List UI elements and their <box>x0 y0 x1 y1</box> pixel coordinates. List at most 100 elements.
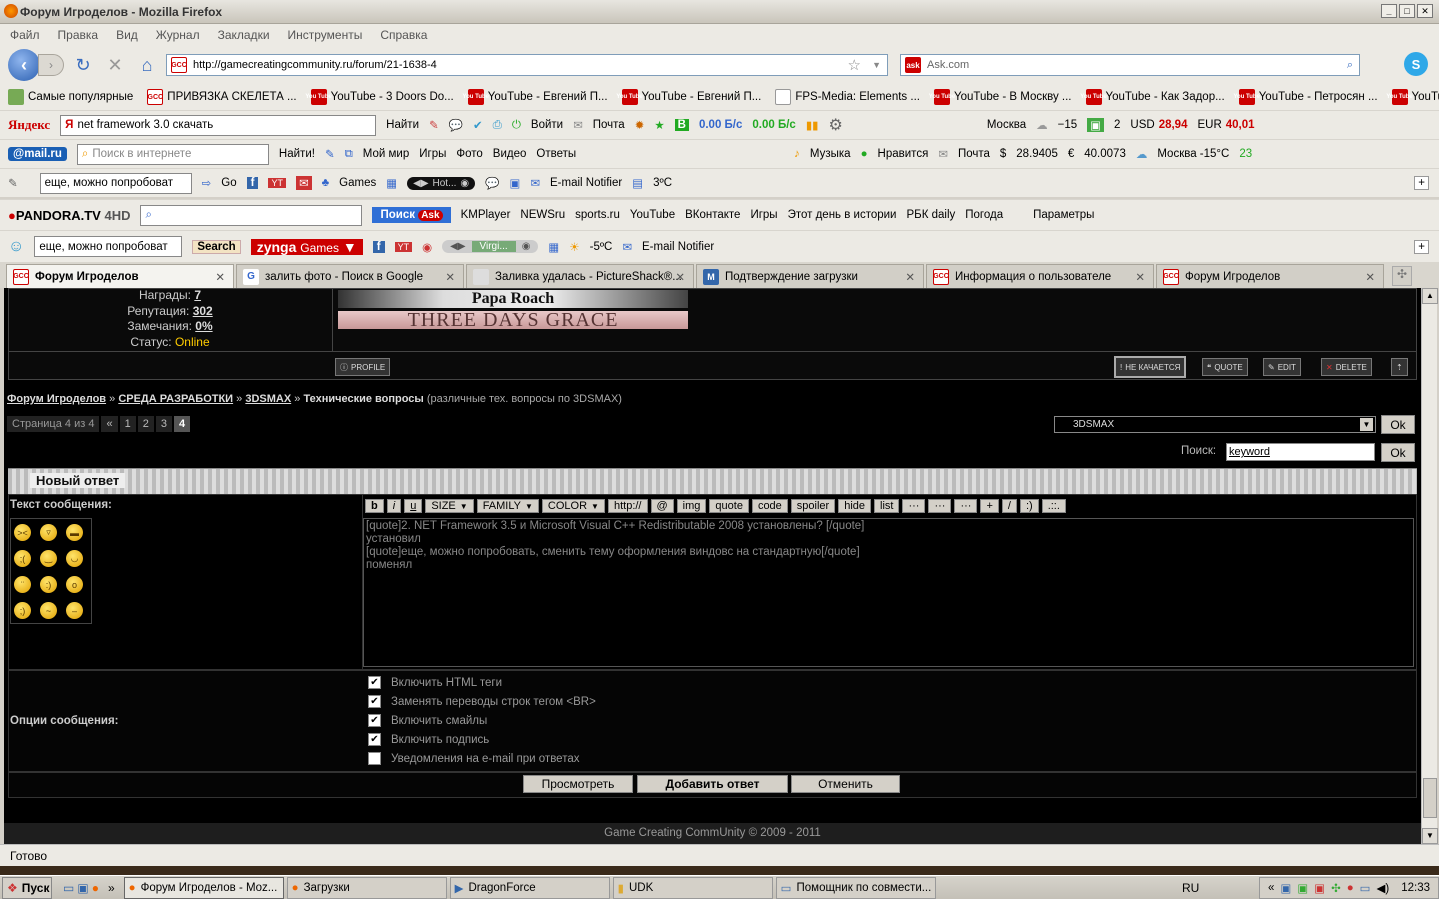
yandex-login[interactable]: Войти <box>531 119 563 131</box>
display-icon[interactable]: ▭ <box>1360 881 1371 895</box>
tray-app-icon[interactable]: ▣ <box>1297 881 1308 895</box>
cancel-button[interactable]: Отменить <box>791 775 900 793</box>
bookmark-item[interactable]: FPS-Media: Elements ... <box>775 89 920 105</box>
yandex-find-button[interactable]: Найти <box>386 119 419 131</box>
list-tabs-icon[interactable]: ✣ <box>1392 266 1412 286</box>
pandora-newsru[interactable]: NEWSru <box>520 209 565 221</box>
pandora-search-input[interactable]: ⌕ <box>140 204 363 226</box>
volume-icon[interactable]: ◉ <box>460 178 469 189</box>
mailru-games[interactable]: Игры <box>419 148 446 160</box>
checkbox-checked[interactable]: ✔ <box>368 676 381 689</box>
bookmark-item[interactable]: Самые популярные <box>8 89 133 105</box>
youtube-icon[interactable]: YT <box>394 241 413 252</box>
translate-icon[interactable]: ⎙ <box>493 119 502 132</box>
size-select[interactable]: SIZE ▼ <box>425 499 474 513</box>
smiley-sad-icon[interactable]: ‿ <box>40 550 57 567</box>
add-icon[interactable]: + <box>1414 176 1429 190</box>
pandora-sports[interactable]: sports.ru <box>575 209 620 221</box>
ati-icon[interactable]: ▣ <box>1314 881 1325 895</box>
close-icon[interactable]: ✕ <box>1135 270 1145 284</box>
pause-icon[interactable]: ▮▮ <box>806 118 819 132</box>
antivirus-icon[interactable]: ● <box>1347 882 1354 894</box>
quote-button[interactable]: quote <box>709 499 749 513</box>
menu-help[interactable]: Справка <box>380 28 427 42</box>
stop-icon[interactable]: ✕ <box>102 52 128 78</box>
option-email[interactable]: Уведомления на e-mail при ответах <box>368 749 596 768</box>
smiley-cry-icon[interactable]: ;( <box>14 550 31 567</box>
task-udk[interactable]: ▮ UDK <box>612 876 773 899</box>
smiley-happy-icon[interactable]: ◡ <box>66 550 83 567</box>
yandex-search-input[interactable]: Яnet framework 3.0 скачать <box>60 114 377 136</box>
settings-icon[interactable]: ⚙ <box>829 115 843 135</box>
maximize-button[interactable]: □ <box>1399 4 1415 18</box>
start-button[interactable]: ❖ Пуск <box>2 876 52 899</box>
breadcrumb-subforum[interactable]: 3DSMAX <box>245 393 291 405</box>
back-button[interactable]: ‹ <box>8 49 40 81</box>
games-button[interactable]: Games <box>339 177 376 189</box>
bookmark-item[interactable]: You Tube YouTube - Петросян ... <box>1233 89 1378 105</box>
close-icon[interactable]: ✕ <box>675 270 685 284</box>
submit-reply-button[interactable]: Добавить ответ <box>637 775 788 793</box>
top-button[interactable]: ⇡ <box>1391 358 1408 376</box>
mailru-myworld[interactable]: Мой мир <box>363 148 409 160</box>
toolbar2-search-input[interactable]: еще, можно попробоват <box>34 236 183 257</box>
task-dragonforce[interactable]: ▶ DragonForce <box>449 876 610 899</box>
frame-icon[interactable]: ⧉ <box>345 148 353 161</box>
tab-userinfo[interactable]: GCC Информация о пользователе ✕ <box>926 264 1154 288</box>
close-icon[interactable]: ✕ <box>1365 270 1375 284</box>
option-html[interactable]: ✔ Включить HTML теги <box>368 673 596 692</box>
radio-player[interactable]: ◀▶ Virgi... ◉ <box>442 240 539 253</box>
chevron-down-icon[interactable]: ▼ <box>872 60 881 70</box>
smiley-cool-icon[interactable]: ▬ <box>66 524 83 541</box>
delete-button[interactable]: ✕ DELETE <box>1321 358 1372 376</box>
search-bar[interactable]: ask Ask.com ⌕ <box>900 54 1360 76</box>
page-prev[interactable]: « <box>101 416 118 432</box>
search-icon[interactable]: ⌕ <box>1347 59 1353 72</box>
tab-upload[interactable]: M Подтверждение загрузки ✕ <box>696 264 924 288</box>
dislike-button[interactable]: ! НЕ КАЧАЕТСЯ <box>1114 356 1187 378</box>
skype-icon[interactable]: S <box>1404 52 1428 76</box>
breadcrumb-forum[interactable]: Форум Игроделов <box>7 393 106 405</box>
smiley-confused-icon[interactable]: ¨ <box>14 576 31 593</box>
mailru-answers[interactable]: Ответы <box>536 148 576 160</box>
email-button[interactable]: @ <box>650 499 674 513</box>
bold-button[interactable]: b <box>365 499 384 513</box>
volume-icon[interactable]: ◉ <box>522 241 531 252</box>
home-icon[interactable]: ⌂ <box>134 52 160 78</box>
tab-forum-2[interactable]: GCC Форум Игроделов ✕ <box>1156 264 1384 288</box>
bookmark-item[interactable]: You Tube YouTube - 3 Doors Do... <box>305 89 454 105</box>
chat-icon[interactable]: 💬 <box>449 118 463 132</box>
language-indicator[interactable]: RU <box>1182 881 1199 895</box>
bookmark-item[interactable]: GCC ПРИВЯЗКА СКЕЛЕТА ... <box>147 89 297 105</box>
page-scrollbar[interactable]: ▲ ▼ <box>1421 288 1438 844</box>
code-button[interactable]: code <box>751 499 788 513</box>
page-2[interactable]: 2 <box>137 416 154 432</box>
pandora-history[interactable]: Этот день в истории <box>788 209 897 221</box>
pandora-logo[interactable]: ●PANDORA.TV 4HD <box>8 208 130 223</box>
underline-button[interactable]: u <box>404 499 423 513</box>
play-icon[interactable]: ◀▶ <box>413 178 428 189</box>
mailru-photo[interactable]: Фото <box>456 148 482 160</box>
tab-forum[interactable]: GCC Форум Игроделов ✕ <box>6 264 234 288</box>
smiley-surprised-icon[interactable]: o <box>66 576 83 593</box>
volume-icon[interactable]: ◀) <box>1377 881 1390 895</box>
star-plus-icon[interactable]: ★ <box>654 118 664 132</box>
tab-google[interactable]: Gзалить фото - Поиск в Google ✕ <box>236 264 464 288</box>
option-br[interactable]: ✔ Заменять переводы строк тегом <BR> <box>368 692 596 711</box>
mailru-logo[interactable]: @mail.ru <box>8 147 67 161</box>
message-textarea[interactable]: [quote]2. NET Framework 3.5 и Microsoft … <box>363 518 1414 667</box>
calendar-icon[interactable]: ▦ <box>386 176 397 190</box>
toolbar-search-input[interactable]: еще, можно попробоват <box>39 172 192 194</box>
smiley-tongue-icon[interactable]: – <box>66 602 83 619</box>
calendar-icon[interactable]: ▦ <box>548 240 559 254</box>
hide-button[interactable]: hide <box>838 499 871 513</box>
bookmark-item[interactable]: You Tube YouTube - Евгений П... <box>463 89 608 105</box>
pandora-search-button[interactable]: Поиск Ask <box>372 207 451 223</box>
warnings-value[interactable]: 0% <box>195 319 212 333</box>
show-desktop-icon[interactable]: ▭ <box>63 881 74 895</box>
bookmark-item[interactable]: You Tube YouTube - В Москву ... <box>929 89 1072 105</box>
menu-file[interactable]: Файл <box>10 28 40 42</box>
forum-jump-select[interactable]: 3DSMAX ▼ <box>1054 416 1376 433</box>
edit-button[interactable]: ✎ EDIT <box>1263 358 1301 376</box>
gear-small-icon[interactable]: ✹ <box>635 118 645 132</box>
